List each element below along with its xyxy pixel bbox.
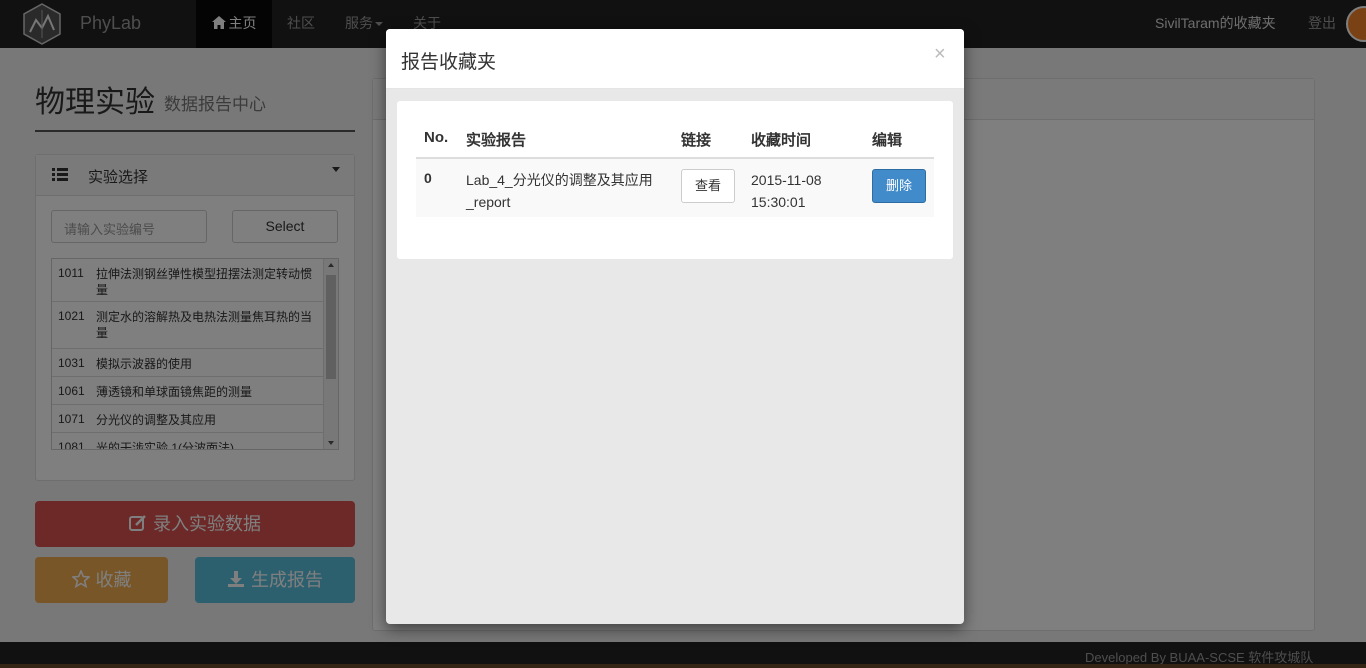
column-header-time: 收藏时间 (751, 132, 812, 149)
column-header-link: 链接 (681, 132, 712, 149)
favorite-time: 2015-11-08 15:30:01 (751, 172, 822, 210)
favorites-card: No. 实验报告 链接 收藏时间 编辑 0 Lab_4_分光仪的调整及其应用_r… (397, 101, 953, 259)
row-number: 0 (424, 170, 432, 186)
favorites-table: No. 实验报告 链接 收藏时间 编辑 0 Lab_4_分光仪的调整及其应用_r… (416, 119, 934, 217)
favorites-modal: 报告收藏夹 × No. 实验报告 链接 收藏时间 编辑 0 Lab_4_分光仪的… (386, 29, 964, 624)
column-header-report: 实验报告 (466, 132, 527, 149)
modal-title: 报告收藏夹 (401, 52, 497, 73)
close-icon[interactable]: × (934, 43, 946, 66)
column-header-no: No. (424, 129, 449, 146)
report-name: Lab_4_分光仪的调整及其应用_report (466, 172, 653, 210)
view-button[interactable]: 查看 (681, 169, 735, 203)
modal-header: 报告收藏夹 × (386, 29, 964, 89)
table-header: No. 实验报告 链接 收藏时间 编辑 (416, 119, 934, 159)
table-row: 0 Lab_4_分光仪的调整及其应用_report 查看 2015-11-08 … (416, 159, 934, 217)
column-header-edit: 编辑 (872, 132, 903, 149)
delete-button[interactable]: 删除 (872, 169, 926, 203)
